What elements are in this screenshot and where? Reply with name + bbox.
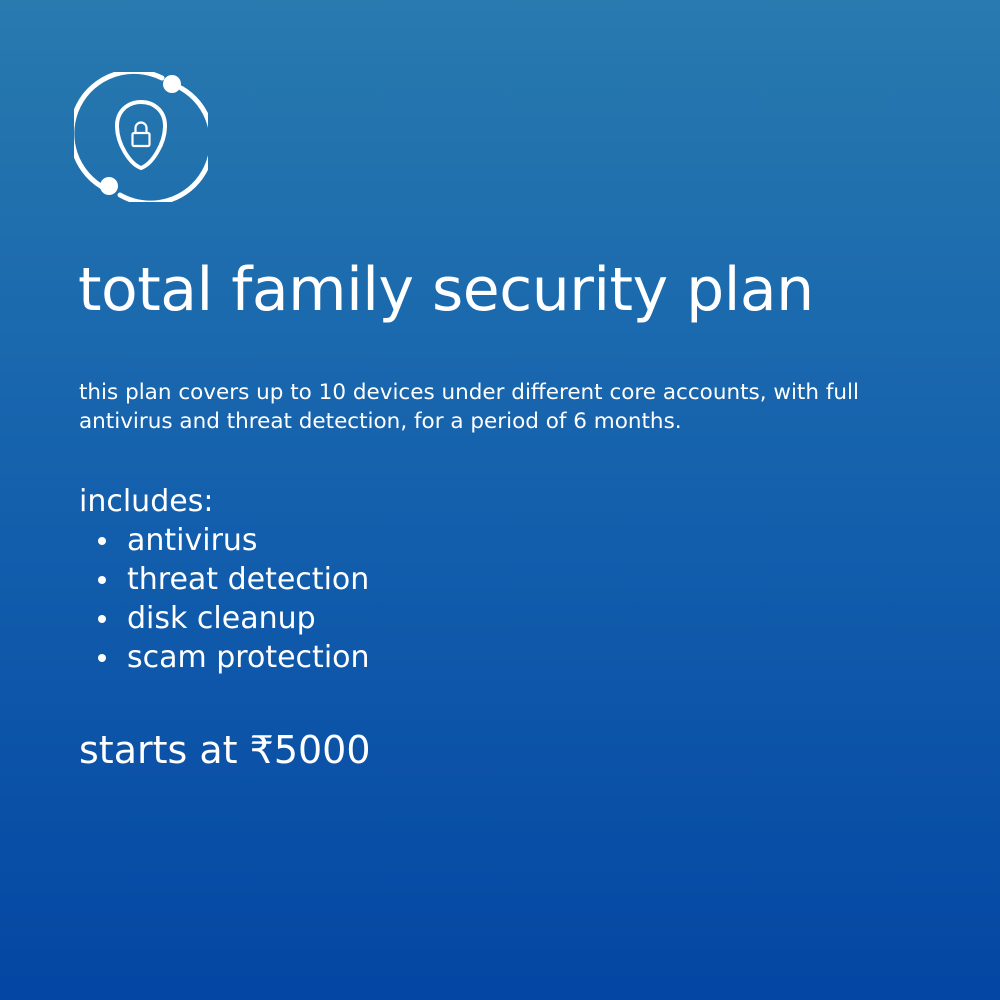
shield-lock-orbit-icon xyxy=(69,68,215,206)
feature-label: scam protection xyxy=(127,640,370,675)
bullet-icon xyxy=(98,653,106,662)
bullet-icon xyxy=(98,614,106,623)
plan-description: this plan covers up to 10 devices under … xyxy=(79,380,859,434)
plan-card: total family security plan this plan cov… xyxy=(0,0,1000,1000)
feature-list: antivirus threat detection disk cleanup … xyxy=(79,521,370,677)
feature-item: disk cleanup xyxy=(79,599,370,638)
bullet-icon xyxy=(98,536,106,545)
feature-label: threat detection xyxy=(127,562,370,597)
plan-title: total family security plan xyxy=(78,255,814,325)
bullet-icon xyxy=(98,575,106,584)
feature-item: threat detection xyxy=(79,560,370,599)
feature-label: disk cleanup xyxy=(127,601,316,636)
feature-item: scam protection xyxy=(79,638,370,677)
plan-price: starts at ₹5000 xyxy=(79,728,371,772)
includes-heading: includes: xyxy=(79,484,214,519)
feature-label: antivirus xyxy=(127,523,258,558)
includes-section: includes: antivirus threat detection dis… xyxy=(79,482,370,677)
feature-item: antivirus xyxy=(79,521,370,560)
